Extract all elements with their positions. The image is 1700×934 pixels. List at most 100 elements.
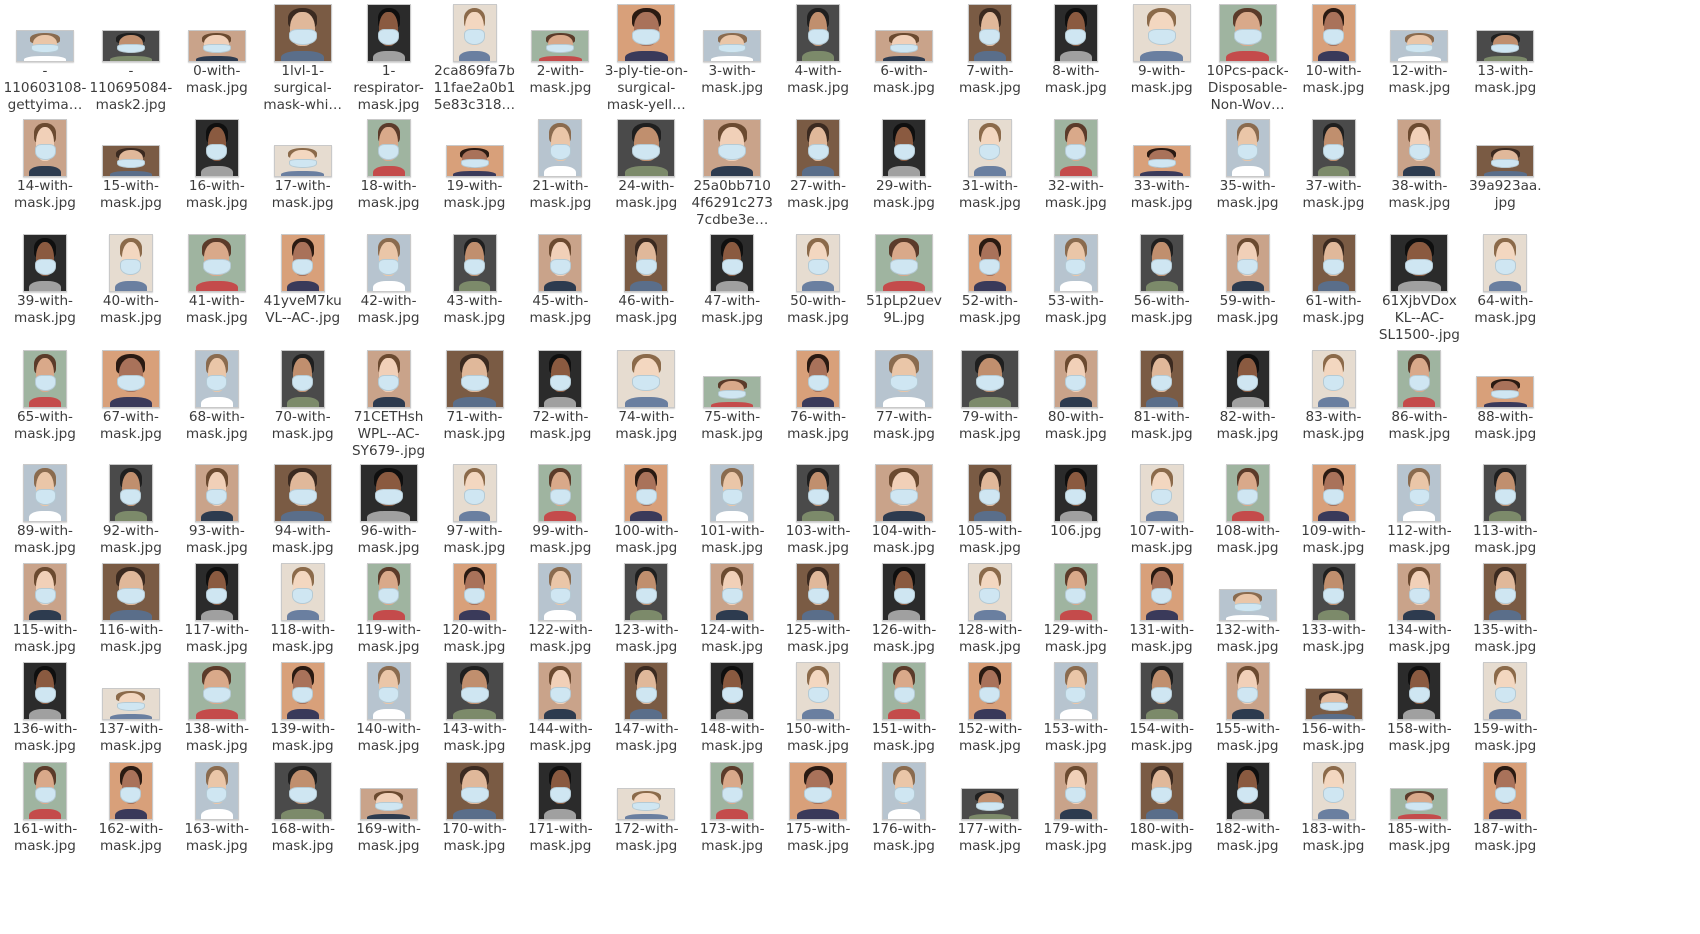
file-icon-tile[interactable]: 177-with-mask.jpg [944, 758, 1036, 882]
file-icon-tile[interactable]: 52-with-mask.jpg [944, 230, 1036, 354]
file-icon-tile[interactable]: 67-with-mask.jpg [85, 346, 177, 470]
file-icon-tile[interactable]: 80-with-mask.jpg [1030, 346, 1122, 470]
file-icon-tile[interactable]: 180-with-mask.jpg [1116, 758, 1208, 882]
file-icon-tile[interactable]: 10-with-mask.jpg [1288, 0, 1380, 124]
file-icon-tile[interactable]: 29-with-mask.jpg [858, 115, 950, 239]
image-thumbnail [1483, 234, 1528, 292]
file-icon-tile[interactable]: 15-with-mask.jpg [85, 115, 177, 239]
file-icon-tile[interactable]: 61-with-mask.jpg [1288, 230, 1380, 354]
file-icon-tile[interactable]: 61XjbVDox KL--AC- SL1500-.jpg [1373, 230, 1465, 354]
file-icon-tile[interactable]: 19-with-mask.jpg [429, 115, 521, 239]
file-icon-tile[interactable]: 32-with-mask.jpg [1030, 115, 1122, 239]
file-icon-tile[interactable]: 8-with-mask.jpg [1030, 0, 1122, 124]
file-icon-tile[interactable]: 70-with-mask.jpg [257, 346, 349, 470]
file-icon-tile[interactable]: 65-with-mask.jpg [0, 346, 91, 470]
file-icon-tile[interactable]: 71CETHsh WPL--AC- SY679-.jpg [343, 346, 435, 470]
file-icon-tile[interactable]: 40-with-mask.jpg [85, 230, 177, 354]
file-icon-tile[interactable]: 38-with-mask.jpg [1373, 115, 1465, 239]
file-icon-tile[interactable]: 83-with-mask.jpg [1288, 346, 1380, 470]
file-icon-tile[interactable]: 10Pcs-pack- Disposable- Non-Wov… [1202, 0, 1294, 124]
file-icon-tile[interactable]: 21-with-mask.jpg [514, 115, 606, 239]
file-name-line: mask.jpg [1474, 838, 1537, 854]
file-icon-tile[interactable]: 86-with-mask.jpg [1373, 346, 1465, 470]
file-icon-tile[interactable]: 42-with-mask.jpg [343, 230, 435, 354]
file-name-label: 113-with-mask.jpg [1455, 523, 1555, 557]
file-icon-tile[interactable]: 51pLp2uev 9L.jpg [858, 230, 950, 354]
file-icon-tile[interactable]: 2-with-mask.jpg [514, 0, 606, 124]
file-icon-tile[interactable]: 56-with-mask.jpg [1116, 230, 1208, 354]
file-icon-tile[interactable]: 3-with-mask.jpg [686, 0, 778, 124]
file-icon-tile[interactable]: 46-with-mask.jpg [600, 230, 692, 354]
image-thumbnail [445, 762, 504, 820]
file-icon-tile[interactable]: -110695084- mask2.jpg [85, 0, 177, 124]
file-icon-tile[interactable]: 172-with-mask.jpg [600, 758, 692, 882]
file-icon-tile[interactable]: 33-with-mask.jpg [1116, 115, 1208, 239]
file-icon-tile[interactable]: 12-with-mask.jpg [1373, 0, 1465, 124]
file-icon-tile[interactable]: 161-with-mask.jpg [0, 758, 91, 882]
file-icon-tile[interactable]: 17-with-mask.jpg [257, 115, 349, 239]
file-icon-tile[interactable]: 168-with-mask.jpg [257, 758, 349, 882]
file-icon-tile[interactable]: 18-with-mask.jpg [343, 115, 435, 239]
file-icon-tile[interactable]: 16-with-mask.jpg [171, 115, 263, 239]
file-icon-tile[interactable]: 39-with-mask.jpg [0, 230, 91, 354]
image-thumbnail [617, 350, 676, 408]
file-icon-tile[interactable]: 41-with-mask.jpg [171, 230, 263, 354]
image-thumbnail [187, 234, 246, 292]
file-icon-tile[interactable]: 45-with-mask.jpg [514, 230, 606, 354]
file-icon-tile[interactable]: 47-with-mask.jpg [686, 230, 778, 354]
file-icon-tile[interactable]: 163-with-mask.jpg [171, 758, 263, 882]
file-icon-tile[interactable]: 88-with-mask.jpg [1459, 346, 1551, 470]
file-icon-tile[interactable]: 162-with-mask.jpg [85, 758, 177, 882]
file-icon-tile[interactable]: -110603108- gettyima… [0, 0, 91, 124]
file-icon-tile[interactable]: 2ca869fa7b 11fae2a0b1 5e83c318… [429, 0, 521, 124]
file-icon-tile[interactable]: 71-with-mask.jpg [429, 346, 521, 470]
file-icon-tile[interactable]: 7-with-mask.jpg [944, 0, 1036, 124]
file-icon-tile[interactable]: 59-with-mask.jpg [1202, 230, 1294, 354]
image-thumbnail [882, 662, 926, 720]
file-icon-tile[interactable]: 173-with-mask.jpg [686, 758, 778, 882]
file-icon-tile[interactable]: 68-with-mask.jpg [171, 346, 263, 470]
file-icon-tile[interactable]: 82-with-mask.jpg [1202, 346, 1294, 470]
file-icon-tile[interactable]: 182-with-mask.jpg [1202, 758, 1294, 882]
file-icon-tile[interactable]: 31-with-mask.jpg [944, 115, 1036, 239]
file-icon-tile[interactable]: 1- respirator-mask.jpg [343, 0, 435, 124]
file-icon-tile[interactable]: 1lvl-1- surgical-mask-whi… [257, 0, 349, 124]
file-icon-tile[interactable]: 175-with-mask.jpg [772, 758, 864, 882]
file-icon-tile[interactable]: 170-with-mask.jpg [429, 758, 521, 882]
file-icon-tile[interactable]: 76-with-mask.jpg [772, 346, 864, 470]
file-icon-tile[interactable]: 179-with-mask.jpg [1030, 758, 1122, 882]
file-icon-tile[interactable]: 35-with-mask.jpg [1202, 115, 1294, 239]
file-icon-tile[interactable]: 3-ply-tie-on-surgical-mask-yell… [600, 0, 692, 124]
file-icon-tile[interactable]: 185-with-mask.jpg [1373, 758, 1465, 882]
image-thumbnail [1053, 662, 1098, 720]
file-icon-tile[interactable]: 187-with-mask.jpg [1459, 758, 1551, 882]
image-thumbnail [538, 350, 583, 408]
file-icon-tile[interactable]: 81-with-mask.jpg [1116, 346, 1208, 470]
file-icon-tile[interactable]: 13-with-mask.jpg [1459, 0, 1551, 124]
file-icon-tile[interactable]: 50-with-mask.jpg [772, 230, 864, 354]
file-icon-tile[interactable]: 6-with-mask.jpg [858, 0, 950, 124]
file-icon-tile[interactable]: 9-with-mask.jpg [1116, 0, 1208, 124]
file-icon-tile[interactable]: 39a923aa. jpg [1459, 115, 1551, 239]
image-thumbnail [967, 4, 1012, 62]
file-icon-tile[interactable]: 183-with-mask.jpg [1288, 758, 1380, 882]
file-icon-tile[interactable]: 0-with-mask.jpg [171, 0, 263, 124]
file-icon-tile[interactable]: 4-with-mask.jpg [772, 0, 864, 124]
file-icon-tile[interactable]: 169-with-mask.jpg [343, 758, 435, 882]
file-icon-tile[interactable]: 176-with-mask.jpg [858, 758, 950, 882]
file-icon-tile[interactable]: 24-with-mask.jpg [600, 115, 692, 239]
file-icon-tile[interactable]: 27-with-mask.jpg [772, 115, 864, 239]
file-icon-tile[interactable]: 25a0bb710 4f6291c273 7cdbe3e… [686, 115, 778, 239]
file-icon-tile[interactable]: 171-with-mask.jpg [514, 758, 606, 882]
file-icon-tile[interactable]: 74-with-mask.jpg [600, 346, 692, 470]
file-icon-tile[interactable]: 37-with-mask.jpg [1288, 115, 1380, 239]
file-icon-tile[interactable]: 53-with-mask.jpg [1030, 230, 1122, 354]
file-icon-tile[interactable]: 75-with-mask.jpg [686, 346, 778, 470]
file-icon-tile[interactable]: 64-with-mask.jpg [1459, 230, 1551, 354]
file-icon-tile[interactable]: 72-with-mask.jpg [514, 346, 606, 470]
file-icon-tile[interactable]: 77-with-mask.jpg [858, 346, 950, 470]
file-icon-tile[interactable]: 43-with-mask.jpg [429, 230, 521, 354]
file-icon-tile[interactable]: 41yveM7ku VL--AC-.jpg [257, 230, 349, 354]
file-icon-tile[interactable]: 14-with-mask.jpg [0, 115, 91, 239]
file-icon-tile[interactable]: 79-with-mask.jpg [944, 346, 1036, 470]
